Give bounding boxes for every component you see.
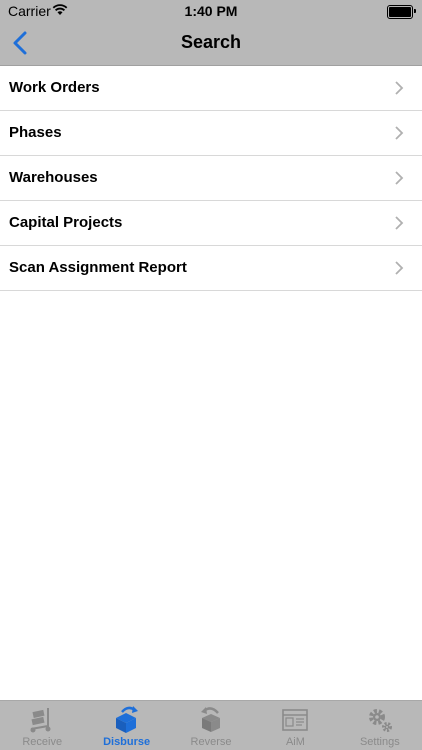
tab-label: AiM <box>285 736 305 748</box>
hand-truck-icon <box>30 708 51 733</box>
list-item-label: Phases <box>9 124 62 141</box>
browser-window-icon <box>282 709 309 731</box>
tab-label: Receive <box>22 736 63 748</box>
search-category-list: Work Orders Phases Warehouses Capital Pr… <box>0 66 422 291</box>
navigation-bar: Search <box>0 22 422 66</box>
list-item-scan-assignment-report[interactable]: Scan Assignment Report <box>0 246 422 291</box>
chevron-right-icon <box>395 216 404 230</box>
list-item-warehouses[interactable]: Warehouses <box>0 156 422 201</box>
list-item-phases[interactable]: Phases <box>0 111 422 156</box>
tab-receive[interactable]: Receive <box>0 701 84 750</box>
list-item-capital-projects[interactable]: Capital Projects <box>0 201 422 246</box>
list-item-work-orders[interactable]: Work Orders <box>0 66 422 111</box>
chevron-right-icon <box>395 81 404 95</box>
box-arrow-icon <box>115 706 138 733</box>
tab-label: Reverse <box>190 736 232 748</box>
tab-label: Settings <box>359 736 400 748</box>
list-item-label: Work Orders <box>9 79 100 96</box>
tab-settings[interactable]: Settings <box>338 701 422 750</box>
list-item-label: Scan Assignment Report <box>9 259 187 276</box>
gears-icon <box>368 709 392 732</box>
chevron-right-icon <box>395 171 404 185</box>
status-bar: Carrier 1:40 PM <box>0 0 422 22</box>
box-return-icon <box>201 707 221 732</box>
list-item-label: Warehouses <box>9 169 98 186</box>
list-item-label: Capital Projects <box>9 214 123 231</box>
chevron-right-icon <box>395 261 404 275</box>
tab-aim[interactable]: AiM <box>253 701 337 750</box>
chevron-right-icon <box>395 126 404 140</box>
tab-bar: Receive Disburse Reverse AiM Settings <box>0 700 422 750</box>
status-time: 1:40 PM <box>184 3 238 19</box>
page-title: Search <box>180 32 242 52</box>
tab-reverse[interactable]: Reverse <box>169 701 253 750</box>
tab-disburse[interactable]: Disburse <box>84 701 168 750</box>
battery-icon <box>387 5 416 19</box>
tab-label: Disburse <box>103 736 151 748</box>
